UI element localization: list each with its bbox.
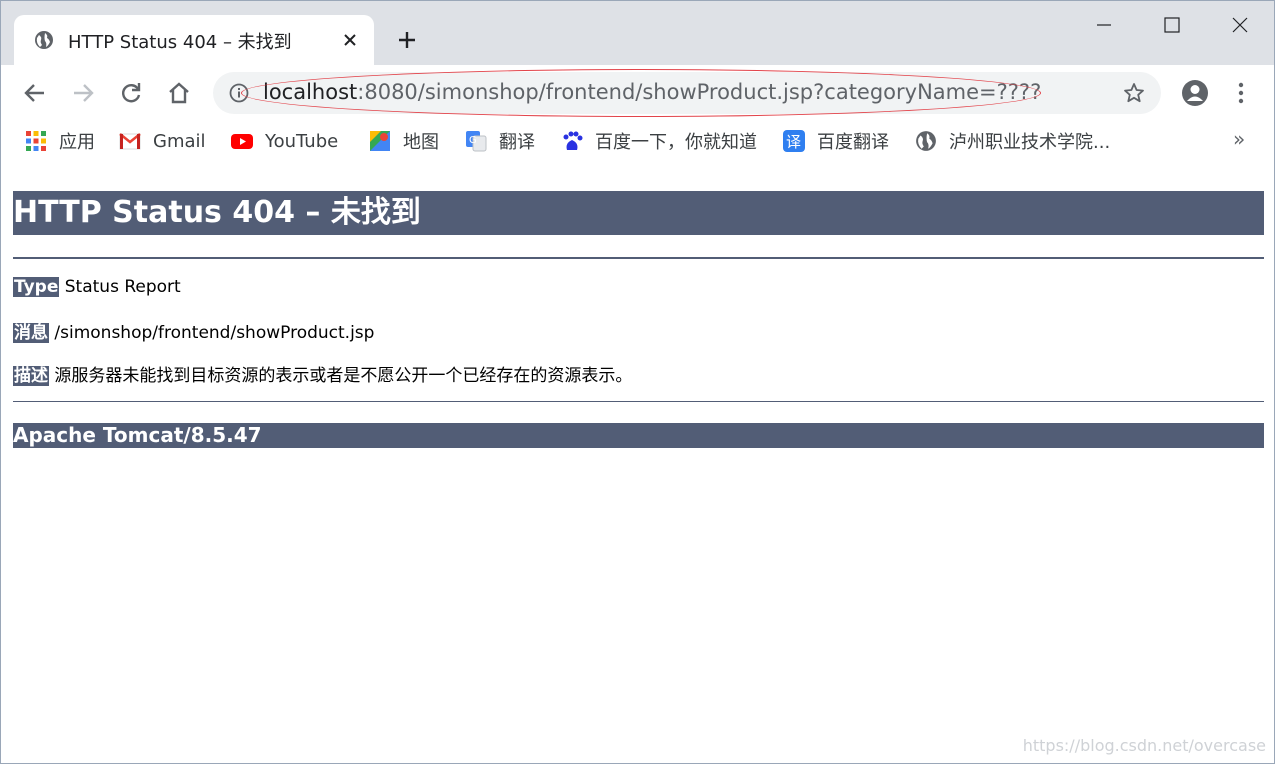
menu-dots-icon[interactable] [1233,81,1249,107]
back-arrow-icon[interactable] [22,80,48,106]
bookmark-apps[interactable]: 应用 [25,129,95,153]
baidu-translate-icon: 译 [783,130,805,152]
forward-arrow-icon[interactable] [70,80,96,106]
server-footer: Apache Tomcat/8.5.47 [13,423,1264,448]
description-value: 源服务器未能找到目标资源的表示或者是不愿公开一个已经存在的资源表示。 [54,366,633,386]
minimize-icon [1097,24,1111,26]
reload-icon[interactable] [118,80,144,106]
bookmarks-bar: 应用 Gmail YouTube 地图 G 翻译 百度一下，你就知道 译 百度翻… [1,121,1274,161]
bookmark-baidu-translate[interactable]: 译 百度翻译 [783,129,889,153]
bookmark-baidu[interactable]: 百度一下，你就知道 [561,129,757,153]
message-value: /simonshop/frontend/showProduct.jsp [54,323,375,343]
url-host: localhost [263,80,358,104]
address-bar[interactable]: localhost:8080/simonshop/frontend/showPr… [213,72,1161,114]
active-tab[interactable]: HTTP Status 404 – 未找到 [14,15,374,65]
description-label: 描述 [13,366,49,386]
translate-icon: G [466,131,487,152]
bookmark-gmail[interactable]: Gmail [119,129,206,153]
type-row: Type Status Report [13,277,181,297]
info-icon[interactable] [229,83,249,103]
url-path: :8080/simonshop/frontend/showProduct.jsp… [357,80,1042,104]
home-icon[interactable] [166,80,192,106]
tab-title: HTTP Status 404 – 未找到 [68,32,292,53]
maximize-icon [1164,17,1180,33]
watermark: https://blog.csdn.net/overcase [1022,736,1266,755]
bookmarks-overflow-button[interactable]: » [1233,127,1245,151]
profile-avatar-icon[interactable] [1181,79,1209,107]
youtube-icon [231,134,253,149]
bookmark-star-icon[interactable] [1123,82,1145,104]
globe-icon [35,31,53,49]
browser-toolbar: localhost:8080/simonshop/frontend/showPr… [1,65,1274,121]
bookmark-maps[interactable]: 地图 [369,129,439,153]
type-value: Status Report [64,277,181,297]
description-row: 描述 源服务器未能找到目标资源的表示或者是不愿公开一个已经存在的资源表示。 [13,361,632,386]
maps-icon [370,131,390,151]
svg-text:G: G [469,135,477,146]
type-label: Type [13,277,60,297]
page-title: HTTP Status 404 – 未找到 [13,191,1264,235]
svg-text:译: 译 [786,133,801,151]
maximize-button[interactable] [1152,11,1192,39]
bookmark-luzhou-college[interactable]: 泸州职业技术学院... [915,129,1110,153]
globe-icon [916,131,936,151]
tab-strip: HTTP Status 404 – 未找到 [1,1,1274,65]
divider [13,401,1264,402]
new-tab-icon[interactable] [395,28,419,52]
gmail-icon [119,133,141,150]
divider [13,257,1264,259]
bookmark-translate[interactable]: G 翻译 [465,129,535,153]
url-text[interactable]: localhost:8080/simonshop/frontend/showPr… [263,80,1041,104]
minimize-button[interactable] [1084,11,1124,39]
close-tab-icon[interactable] [342,32,358,48]
close-window-button[interactable] [1220,11,1260,39]
apps-grid-icon [26,131,46,151]
baidu-icon [563,131,583,150]
browser-window: HTTP Status 404 – 未找到 localhost:8080/sim… [0,0,1275,764]
message-row: 消息 /simonshop/frontend/showProduct.jsp [13,318,374,343]
close-icon [1232,17,1248,33]
bookmark-youtube[interactable]: YouTube [231,129,338,153]
message-label: 消息 [13,323,49,343]
